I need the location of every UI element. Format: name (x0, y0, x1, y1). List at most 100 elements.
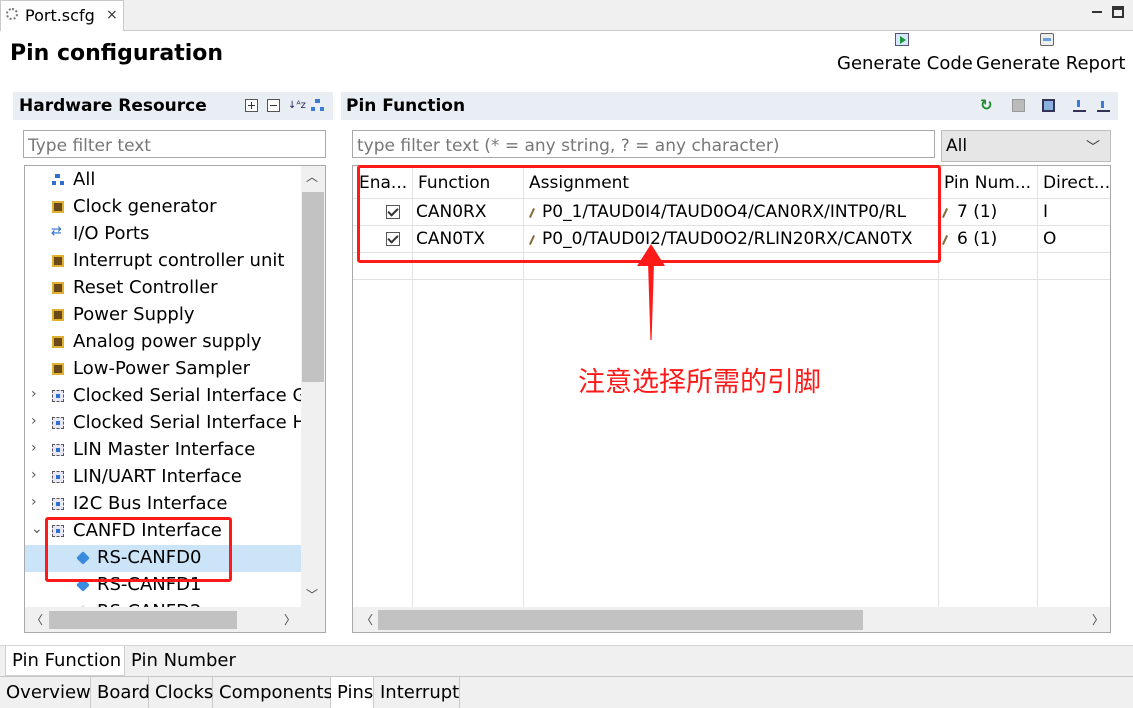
peripheral-icon (52, 498, 64, 510)
refresh-icon[interactable]: ↻ (980, 98, 993, 113)
pin-number-cell[interactable]: 7 (1) (957, 202, 997, 222)
tree-item[interactable]: Clock generator (25, 194, 301, 221)
pin-function-filter-input[interactable] (352, 130, 935, 158)
editor-tab-label: Port.scfg (25, 6, 95, 25)
tree-item[interactable]: Reset Controller (25, 275, 301, 302)
type-select[interactable]: All ﹀ (941, 130, 1111, 162)
tree-item[interactable]: Interrupt controller unit (25, 248, 301, 275)
tree-item[interactable]: Analog power supply (25, 329, 301, 356)
tree-item-label: Analog power supply (73, 331, 262, 352)
edit-pencil-icon[interactable] (941, 208, 949, 218)
chip-icon (52, 309, 64, 321)
chevron-right-icon[interactable]: › (31, 494, 37, 510)
chevron-down-icon[interactable]: ⌄ (31, 521, 43, 537)
tab-pin-number[interactable]: Pin Number (125, 646, 237, 676)
tab-interrupt[interactable]: Interrupt (374, 677, 460, 708)
chevron-right-icon[interactable]: › (31, 386, 37, 402)
chip-icon (52, 282, 64, 294)
type-select-value: All (946, 136, 968, 156)
pin-function-title: Pin Function (346, 96, 466, 116)
column-header-label: Direct... (1043, 173, 1111, 193)
settings-file-icon (6, 8, 18, 20)
outer-tab-bar: Overview Board Clocks Components Pins In… (0, 676, 1133, 708)
tree-item[interactable]: › Clocked Serial Interface G (25, 383, 306, 410)
generate-report-button[interactable]: Generate Report (976, 33, 1125, 78)
chip-icon (52, 255, 64, 267)
scroll-left-icon[interactable]: 〈 (31, 611, 43, 628)
chevron-right-icon[interactable]: › (31, 440, 37, 456)
disabled-tool-icon (1012, 99, 1025, 112)
column-header-direction[interactable]: Direct... (1037, 166, 1110, 198)
table-horizontal-scroll-thumb[interactable] (378, 610, 863, 630)
generate-report-label: Generate Report (976, 53, 1126, 74)
tree-item[interactable]: Low-Power Sampler (25, 356, 301, 383)
direction-cell: I (1043, 202, 1049, 222)
tree-item[interactable]: All (25, 167, 301, 194)
column-header-pin-number[interactable]: Pin Num... (938, 166, 1037, 198)
chevron-right-icon[interactable]: › (31, 413, 37, 429)
annotation-note: 注意选择所需的引脚 (578, 367, 821, 398)
tree-vertical-scroll-thumb[interactable] (302, 192, 324, 382)
tab-pins[interactable]: Pins (331, 677, 374, 708)
tree-item[interactable]: › I2C Bus Interface (25, 491, 301, 518)
tab-label: Board (97, 682, 150, 703)
maximize-icon[interactable] (1112, 6, 1124, 18)
chip-icon (52, 363, 64, 375)
tree-item-label: Clock generator (73, 196, 217, 217)
tree-item[interactable]: › LIN/UART Interface (25, 464, 301, 491)
expand-all-icon[interactable] (245, 99, 258, 112)
import-icon[interactable] (1073, 99, 1086, 112)
inner-tab-bar: Pin Function Pin Number (0, 645, 1133, 676)
tree-item-label: Reset Controller (73, 277, 218, 298)
tab-clocks[interactable]: Clocks (149, 677, 213, 708)
export-icon[interactable] (1097, 99, 1110, 112)
scroll-down-icon[interactable]: ﹀ (306, 586, 318, 603)
hardware-resource-title: Hardware Resource (19, 96, 207, 116)
generate-code-label: Generate Code (837, 53, 973, 74)
hierarchy-icon (52, 174, 64, 186)
minimize-icon[interactable] (1090, 5, 1104, 19)
edit-pencil-icon[interactable] (941, 235, 949, 245)
row-divider (353, 279, 1110, 280)
tree-item-label: I2C Bus Interface (73, 493, 228, 514)
hierarchy-icon[interactable] (311, 99, 324, 112)
tree-item[interactable]: › Clocked Serial Interface H (25, 410, 306, 437)
generate-code-icon (895, 33, 909, 46)
tab-label: Clocks (155, 682, 214, 703)
scroll-up-icon[interactable]: ︿ (306, 168, 318, 185)
collapse-all-icon[interactable] (267, 99, 280, 112)
generate-code-button[interactable]: Generate Code (837, 33, 973, 78)
highlight-box-canfd (45, 517, 232, 582)
editor-tab-bar (0, 0, 1133, 31)
scroll-right-icon[interactable]: 〉 (284, 611, 296, 628)
editor-tab-port-scfg[interactable]: Port.scfg × (0, 0, 124, 31)
tree-item[interactable]: › LIN Master Interface (25, 437, 301, 464)
tree-item-label: Power Supply (73, 304, 195, 325)
pin-number-cell[interactable]: 6 (1) (957, 229, 997, 249)
scroll-left-icon[interactable]: 〈 (361, 611, 373, 628)
tree-item-label: Clocked Serial Interface H (73, 412, 306, 433)
column-divider (1037, 166, 1038, 607)
close-icon[interactable]: × (106, 7, 118, 23)
tab-board[interactable]: Board (91, 677, 150, 708)
chevron-right-icon[interactable]: › (31, 467, 37, 483)
tree-item-label: Low-Power Sampler (73, 358, 250, 379)
tab-overview[interactable]: Overview (0, 677, 91, 708)
tree-item-label: I/O Ports (73, 223, 150, 244)
peripheral-icon (52, 390, 64, 402)
tab-components[interactable]: Components (213, 677, 333, 708)
tree-horizontal-scroll-thumb[interactable] (49, 611, 237, 629)
scroll-right-icon[interactable]: 〉 (1092, 611, 1104, 628)
peripheral-icon (52, 471, 64, 483)
tab-pin-function[interactable]: Pin Function (5, 646, 125, 676)
column-header-label: Pin Num... (944, 173, 1032, 193)
chip-icon (52, 201, 64, 213)
sort-az-icon[interactable]: ↓ᴬz (288, 99, 306, 112)
save-icon[interactable] (1042, 99, 1055, 112)
printer-icon (1040, 33, 1054, 46)
tree-item[interactable]: Power Supply (25, 302, 301, 329)
hardware-filter-input[interactable] (23, 130, 326, 158)
tree-item-label: Clocked Serial Interface G (73, 385, 307, 406)
tab-label: Components (219, 682, 333, 703)
tree-item[interactable]: I/O Ports (25, 221, 301, 248)
